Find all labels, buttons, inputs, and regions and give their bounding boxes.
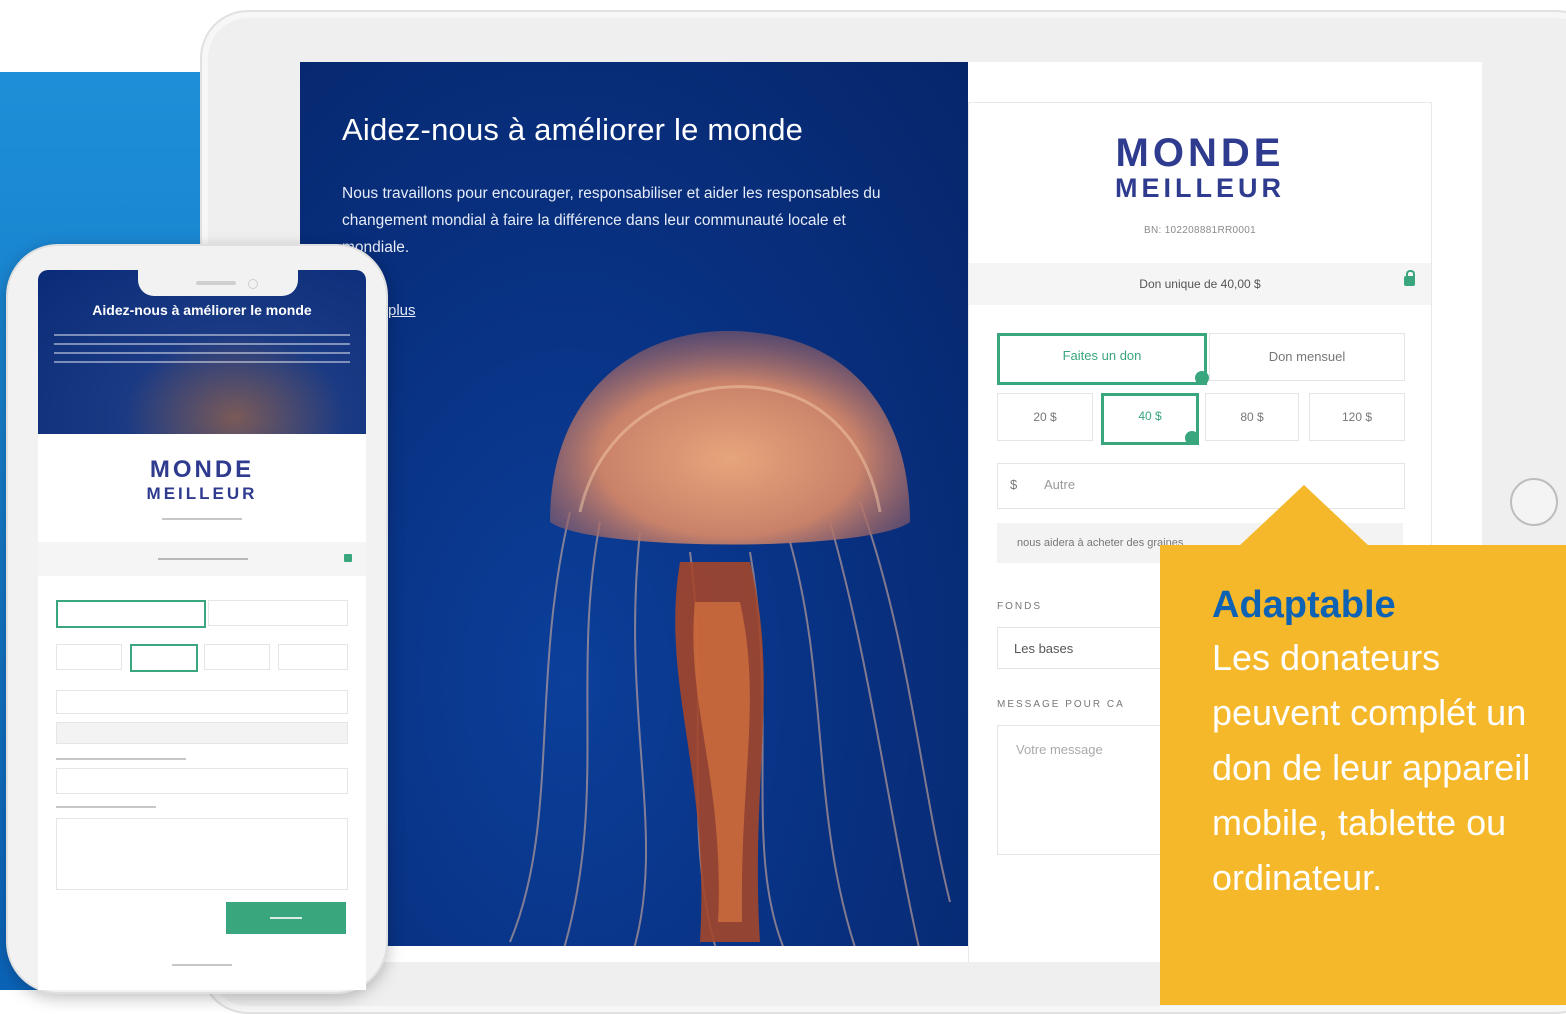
phone-message-textarea[interactable]	[56, 818, 348, 890]
lock-icon	[1404, 270, 1415, 286]
phone-submit-label	[270, 917, 302, 919]
phone-amount-option[interactable]	[204, 644, 270, 670]
speaker-icon	[196, 281, 236, 285]
camera-icon	[248, 279, 258, 289]
phone-submit-button[interactable]	[226, 902, 346, 934]
phone-logo-line-2: MEILLEUR	[146, 484, 258, 503]
check-icon	[1185, 431, 1199, 445]
phone-message-label	[56, 806, 156, 808]
phone-logo-line-1: MONDE	[149, 456, 255, 483]
donation-summary-text: Don unique de 40,00 $	[1139, 277, 1261, 291]
phone-hero-title: Aidez-nous à améliorer le monde	[92, 302, 312, 318]
callout-arrow	[1238, 485, 1370, 547]
logo-line-1: MONDE	[1115, 131, 1285, 175]
logo-line-2: MEILLEUR	[1115, 173, 1285, 203]
phone-business-number	[162, 518, 242, 520]
jellyfish-illustration	[509, 330, 951, 946]
callout-title: Adaptable	[1212, 584, 1396, 626]
fund-label: FONDS	[997, 601, 1042, 612]
other-amount-placeholder: Autre	[1044, 477, 1076, 492]
read-more-link[interactable]: plus	[388, 302, 416, 319]
phone-hero-text	[54, 334, 350, 370]
amount-option-120[interactable]: 120 $	[1309, 393, 1405, 441]
amount-option-80[interactable]: 80 $	[1205, 393, 1299, 441]
business-number: BN: 102208881RR0001	[1144, 225, 1256, 236]
phone-summary-text	[158, 558, 248, 560]
currency-symbol: $	[1010, 477, 1018, 492]
callout-text: Les donateurs peuvent complét un don de …	[1212, 637, 1531, 898]
phone-fund-select[interactable]	[56, 768, 348, 794]
phone-amount-option[interactable]	[56, 644, 122, 670]
tab-monthly[interactable]: Don mensuel	[1209, 333, 1405, 381]
phone-tab-one-time[interactable]	[56, 600, 206, 628]
hero-section: Aidez-nous à améliorer le monde Nous tra…	[300, 62, 968, 946]
hero-title: Aidez-nous à améliorer le monde	[342, 112, 804, 147]
check-icon	[1195, 371, 1209, 385]
lock-icon	[344, 554, 352, 562]
tab-one-time[interactable]: Faites un don	[997, 333, 1207, 385]
amount-option-20[interactable]: 20 $	[997, 393, 1093, 441]
phone-amount-option-selected[interactable]	[130, 644, 198, 672]
phone-screen: Aidez-nous à améliorer le monde MONDE ME…	[38, 270, 366, 990]
phone-amount-option[interactable]	[278, 644, 348, 670]
phone-impact-message	[56, 722, 348, 744]
phone-tab-monthly[interactable]	[208, 600, 348, 626]
phone-notch	[138, 270, 298, 296]
donation-summary: Don unique de 40,00 $	[969, 263, 1431, 305]
hero-text: Nous travaillons pour encourager, respon…	[342, 185, 881, 256]
phone-footer-links[interactable]	[172, 964, 232, 966]
tablet-home-button[interactable]	[1510, 478, 1558, 526]
message-label: MESSAGE POUR CA	[997, 699, 1125, 710]
phone-other-amount-input[interactable]	[56, 690, 348, 714]
phone-fund-label	[56, 758, 186, 760]
phone-donation-summary	[38, 542, 366, 576]
